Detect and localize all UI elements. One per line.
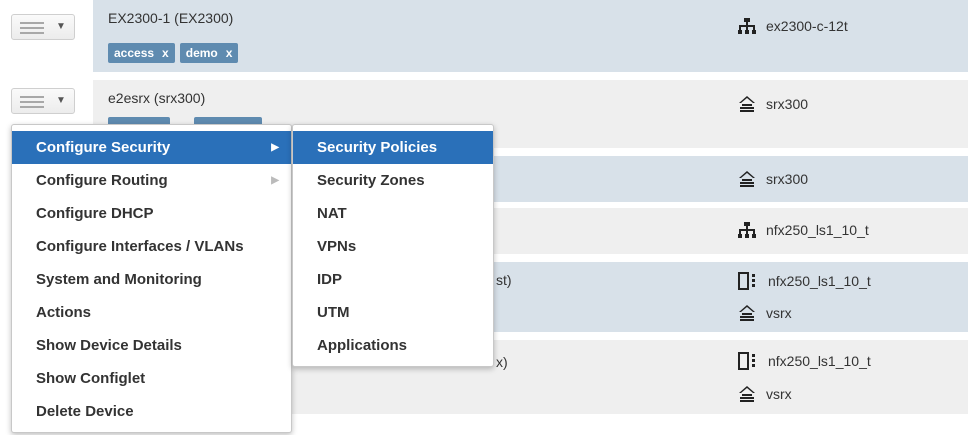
menu-item-show-configlet[interactable]: Show Configlet <box>12 362 291 395</box>
device-model: nfx250_ls1_10_t <box>738 352 871 370</box>
caret-down-icon: ▼ <box>56 95 66 106</box>
firewall-icon <box>739 305 755 321</box>
hamburger-icon <box>20 22 44 37</box>
menu-item-actions[interactable]: Actions <box>12 296 291 329</box>
submenu-item-nat[interactable]: NAT <box>293 197 493 230</box>
menu-item-configure-routing[interactable]: Configure Routing ▶ <box>12 164 291 197</box>
switch-icon <box>738 222 756 238</box>
device-model: vsrx <box>738 385 792 403</box>
tag-list: access x demo x <box>108 43 239 63</box>
chevron-right-icon: ▶ <box>271 142 279 153</box>
submenu-item-applications[interactable]: Applications <box>293 329 493 362</box>
device-row[interactable]: EX2300-1 (EX2300) access x demo x ex2300-c… <box>93 0 968 72</box>
submenu-item-idp[interactable]: IDP <box>293 263 493 296</box>
tag: demo x <box>179 43 239 63</box>
device-context-menu: Configure Security ▶ Configure Routing ▶ C… <box>11 124 292 433</box>
device-model: srx300 <box>738 95 808 113</box>
device-name[interactable]: e2esrx (srx300) <box>108 90 205 106</box>
firewall-icon <box>739 171 755 187</box>
device-model: vsrx <box>738 304 792 322</box>
tag: access x <box>108 43 175 63</box>
submenu-item-utm[interactable]: UTM <box>293 296 493 329</box>
caret-down-icon: ▼ <box>56 21 66 32</box>
menu-item-show-device-details[interactable]: Show Device Details <box>12 329 291 362</box>
remove-tag-button[interactable]: x <box>162 46 169 60</box>
remove-tag-button[interactable]: x <box>226 46 233 60</box>
device-model: nfx250_ls1_10_t <box>738 221 869 239</box>
menu-item-configure-interfaces[interactable]: Configure Interfaces / VLANs <box>12 230 291 263</box>
firewall-icon <box>739 96 755 112</box>
nfx-device-icon <box>738 352 755 370</box>
submenu-item-vpns[interactable]: VPNs <box>293 230 493 263</box>
submenu-item-security-policies[interactable]: Security Policies <box>293 131 493 164</box>
device-actions-button[interactable]: ▼ <box>11 88 75 114</box>
device-name[interactable]: x) <box>496 354 508 370</box>
menu-item-delete-device[interactable]: Delete Device <box>12 395 291 428</box>
device-name[interactable]: st) <box>496 272 512 288</box>
security-submenu: Security Policies Security Zones NAT VPN… <box>292 124 494 367</box>
menu-item-configure-security[interactable]: Configure Security ▶ <box>12 131 291 164</box>
menu-item-system-monitoring[interactable]: System and Monitoring <box>12 263 291 296</box>
device-name[interactable]: EX2300-1 (EX2300) <box>108 10 233 26</box>
hamburger-icon <box>20 96 44 111</box>
nfx-device-icon <box>738 272 755 290</box>
submenu-item-security-zones[interactable]: Security Zones <box>293 164 493 197</box>
chevron-right-icon: ▶ <box>271 175 279 186</box>
device-model: ex2300-c-12t <box>738 17 848 35</box>
menu-item-configure-dhcp[interactable]: Configure DHCP <box>12 197 291 230</box>
firewall-icon <box>739 386 755 402</box>
device-actions-button[interactable]: ▼ <box>11 14 75 40</box>
device-model: nfx250_ls1_10_t <box>738 272 871 290</box>
switch-icon <box>738 18 756 34</box>
device-model: srx300 <box>738 170 808 188</box>
